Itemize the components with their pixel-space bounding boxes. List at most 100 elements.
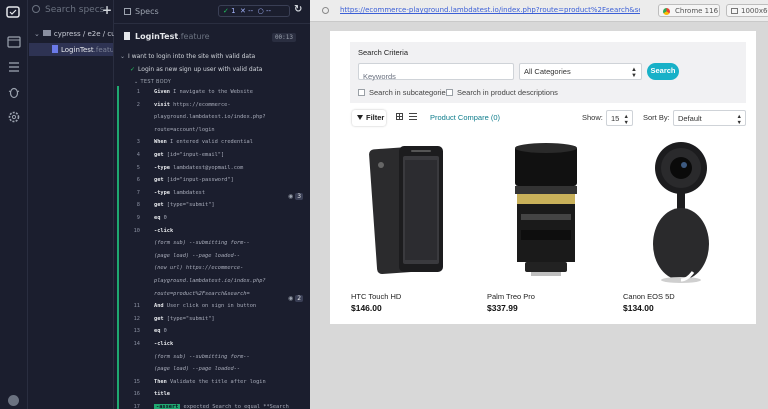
list-view-icon[interactable] xyxy=(409,113,417,120)
test-stats: ✓ 1 ✕ -- ○ -- xyxy=(218,5,290,17)
product-image-lens[interactable] xyxy=(487,140,617,290)
checkbox-box[interactable] xyxy=(358,89,365,96)
command-number: 8 xyxy=(136,202,140,209)
test-title[interactable]: ✓ Login as new sign up user with valid da… xyxy=(130,66,262,73)
viewport-size[interactable]: 1000x660 xyxy=(726,4,768,17)
search-criteria-title: Search Criteria xyxy=(358,48,409,57)
eye-icon: ◉ xyxy=(288,295,294,302)
command-text: -click xyxy=(154,228,173,234)
command-text: visit https://ecommerce- xyxy=(154,102,231,108)
command-text: Given I navigate to the Website xyxy=(154,89,253,95)
reporter-header: Specs ✓ 1 ✕ -- ○ -- ↻ xyxy=(114,0,310,24)
descriptions-checkbox[interactable]: Search in product descriptions xyxy=(446,88,558,97)
suite-title[interactable]: ⌄ I want to login into the site with vali… xyxy=(120,53,255,60)
spec-search[interactable]: Search specs xyxy=(32,5,112,19)
command-keyword: -assert xyxy=(154,404,181,409)
command-text: (page load) --page loaded-- xyxy=(154,253,240,259)
test-body-label[interactable]: ⌄ TEST BODY xyxy=(134,79,171,85)
spec-item-logintest[interactable]: LoginTest.feature xyxy=(29,43,113,56)
command-argument: lambdatest@yopmail.com xyxy=(173,164,244,171)
runs-icon[interactable] xyxy=(7,60,21,74)
debug-bug-icon[interactable] xyxy=(7,85,21,99)
command-keyword: get xyxy=(154,315,164,322)
aut-page: Search Criteria All Categories ▲▼ Search … xyxy=(330,31,756,324)
command-argument: https://ecommerce- xyxy=(173,101,231,108)
add-spec-button[interactable]: + xyxy=(102,3,112,17)
filter-button[interactable]: Filter xyxy=(352,110,386,126)
keywords-input[interactable] xyxy=(359,69,513,84)
aut-url-bar: https://ecommerce-playground.lambdatest.… xyxy=(310,0,768,22)
settings-gear-icon[interactable] xyxy=(7,110,21,124)
command-argument: (page load) --page loaded-- xyxy=(154,366,241,373)
product-name[interactable]: Palm Treo Pro xyxy=(487,292,535,301)
aut-url[interactable]: https://ecommerce-playground.lambdatest.… xyxy=(340,6,640,14)
command-text: (page load) --page loaded-- xyxy=(154,366,240,372)
sort-value: Default xyxy=(678,114,702,123)
passed-icon: ✓ xyxy=(223,7,229,15)
product-image-camera[interactable] xyxy=(623,140,753,290)
product-card[interactable]: Canon EOS 5D $134.00 xyxy=(623,140,753,315)
command-argument: lambdatest xyxy=(173,189,206,196)
command-log-bar xyxy=(117,86,119,409)
command-argument: playground.lambdatest.io/index.php? xyxy=(154,114,266,121)
element-count-badge[interactable]: ◉ 2 xyxy=(288,295,304,302)
specs-toggle[interactable]: Specs xyxy=(124,7,159,16)
command-number: 12 xyxy=(133,315,140,322)
product-card[interactable]: HTC Touch HD $146.00 xyxy=(351,140,481,315)
command-argument: Validate the title after login xyxy=(169,378,266,385)
icon-rail xyxy=(0,0,28,409)
command-number: 9 xyxy=(136,215,140,221)
specs-list-icon[interactable] xyxy=(7,35,21,49)
keywords-field[interactable] xyxy=(358,63,514,84)
element-count: 3 xyxy=(295,193,304,200)
info-icon[interactable] xyxy=(322,7,329,14)
command-number: 1 xyxy=(136,89,140,95)
spec-folder[interactable]: ⌄ cypress / e2e / cuc xyxy=(34,30,114,38)
command-argument: route=product%2Fsearch&search= xyxy=(154,290,250,297)
command-text: -type lambdatest@yopmail.com xyxy=(154,165,243,171)
command-number: 15 xyxy=(133,378,140,385)
product-image-phone[interactable] xyxy=(351,140,481,290)
select-arrow-icon: ▲ ▼ xyxy=(631,67,637,79)
sort-select[interactable]: Default ▲ ▼ xyxy=(673,110,746,126)
viewport-label: 1000x660 xyxy=(741,7,768,15)
panel-icon xyxy=(124,8,131,15)
product-price: $337.99 xyxy=(487,303,518,313)
checkbox-box[interactable] xyxy=(446,89,453,96)
grid-view-icon[interactable] xyxy=(396,113,403,120)
spec-search-placeholder[interactable]: Search specs xyxy=(45,5,104,15)
command-argument: 0 xyxy=(163,328,167,335)
command-text: route=product%2Fsearch&search= xyxy=(154,291,250,297)
search-button[interactable]: Search xyxy=(647,63,679,80)
product-compare-link[interactable]: Product Compare (0) xyxy=(430,113,500,122)
failed-count: -- xyxy=(248,7,254,15)
command-argument: route=account/login xyxy=(154,126,215,133)
keyboard-shortcuts-icon[interactable] xyxy=(8,395,19,406)
command-argument: [id="input-password"] xyxy=(166,177,234,184)
element-count-badge[interactable]: ◉ 3 xyxy=(288,193,304,200)
reload-icon[interactable]: ↻ xyxy=(294,4,302,15)
cypress-logo-icon xyxy=(6,6,20,18)
command-number: 3 xyxy=(136,139,140,146)
subcategories-label: Search in subcategories xyxy=(369,88,450,97)
command-keyword: Given xyxy=(154,89,170,95)
command-argument: [id="input-email"] xyxy=(166,152,225,158)
spec-name: LoginTest xyxy=(61,46,94,54)
browser-selector[interactable]: Chrome 116 xyxy=(658,4,720,17)
show-select[interactable]: 15 ▲ ▼ xyxy=(606,110,633,126)
command-argument: (page load) --page loaded-- xyxy=(154,252,241,259)
test-body-text: TEST BODY xyxy=(140,79,172,85)
command-text: eq 0 xyxy=(154,328,167,334)
product-name[interactable]: Canon EOS 5D xyxy=(623,292,675,301)
command-text: (form sub) --submitting form-- xyxy=(154,240,250,246)
show-value: 15 xyxy=(611,114,620,123)
command-text: get [type="submit"] xyxy=(154,316,215,322)
command-number: 16 xyxy=(133,391,140,398)
category-select[interactable]: All Categories ▲ ▼ xyxy=(519,63,642,80)
command-argument: playground.lambdatest.io/index.php? xyxy=(154,278,266,284)
subcategories-checkbox[interactable]: Search in subcategories xyxy=(358,88,449,97)
document-icon xyxy=(52,45,58,53)
product-name[interactable]: HTC Touch HD xyxy=(351,292,401,301)
product-card[interactable]: Palm Treo Pro $337.99 xyxy=(487,140,617,315)
command-argument: [type="submit"] xyxy=(166,315,215,322)
